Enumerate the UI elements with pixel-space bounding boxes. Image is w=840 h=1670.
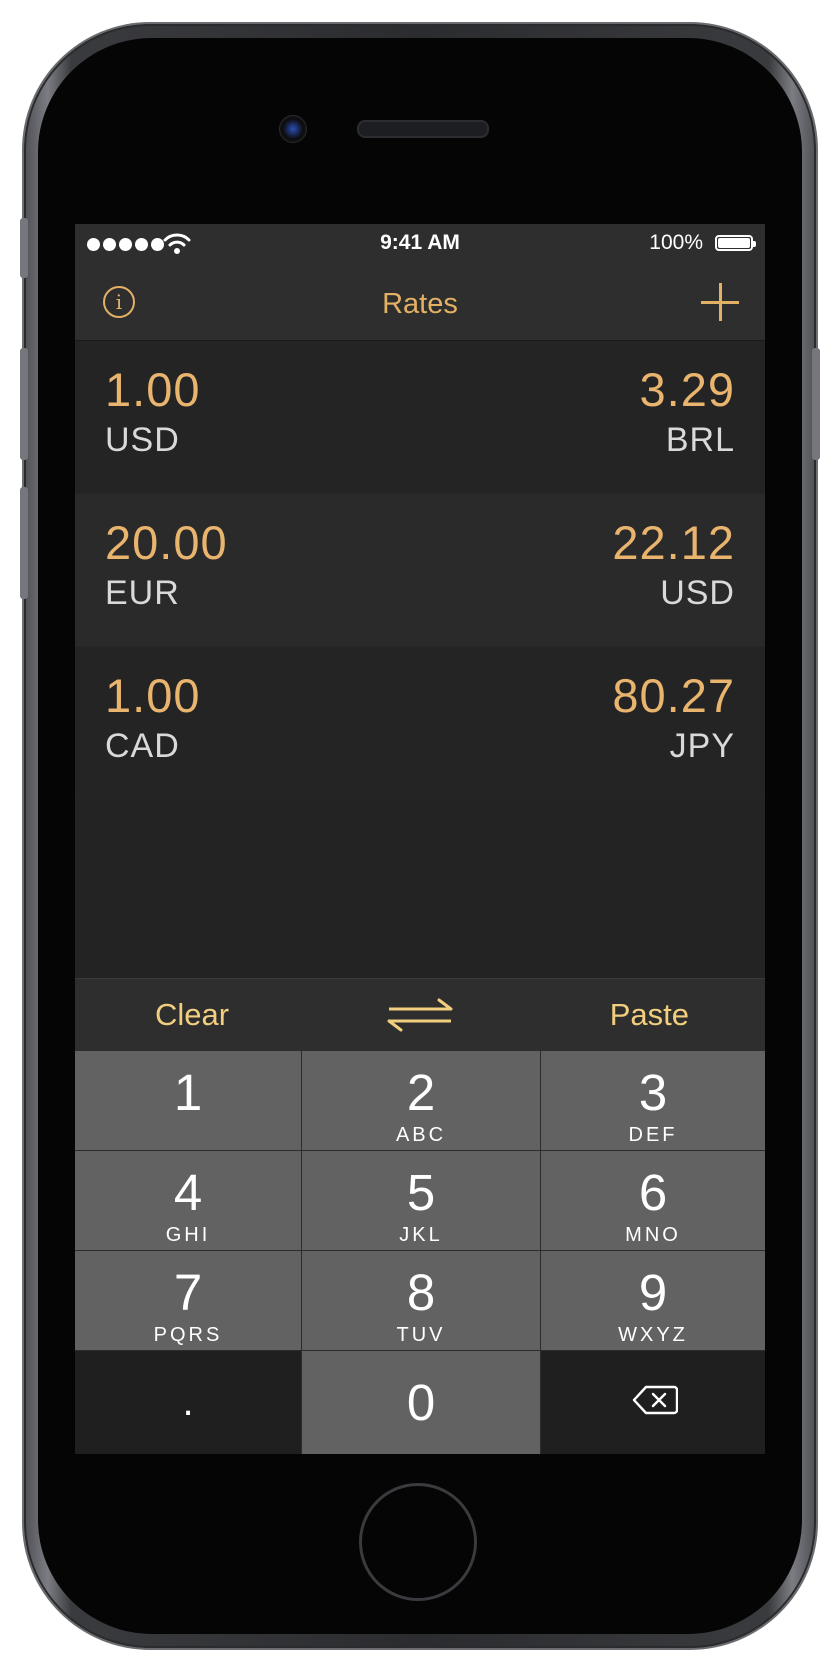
key-7[interactable]: 7 PQRS [75,1251,301,1350]
key-6[interactable]: 6 MNO [541,1151,765,1250]
clear-button[interactable]: Clear [155,997,229,1033]
key-digit: 6 [638,1164,668,1221]
from-currency-code: EUR [105,574,180,612]
plus-icon[interactable] [701,283,739,321]
key-letters: ABC [395,1124,447,1146]
key-8[interactable]: 8 TUV [302,1251,540,1350]
to-amount: 80.27 [612,669,735,722]
backspace-icon [632,1385,678,1415]
key-5[interactable]: 5 JKL [302,1151,540,1250]
key-letters: MNO [625,1224,681,1246]
key-letters: JKL [399,1224,443,1246]
key-digit: 8 [406,1264,436,1321]
app-screen: 9:41 AM 100% i Rates 1.00 USD 3.29 BRL 2… [75,224,765,1454]
delete-key[interactable] [541,1351,765,1454]
key-3[interactable]: 3 DEF [541,1051,765,1150]
from-currency-code: USD [105,421,180,459]
to-amount: 3.29 [639,363,735,416]
mute-switch [20,218,28,278]
status-bar: 9:41 AM 100% [75,224,765,264]
volume-up-button [20,348,28,460]
swap-arrows-icon[interactable] [386,997,454,1033]
rate-row-cad-jpy[interactable]: 1.00 CAD 80.27 JPY [75,647,765,800]
to-amount: 22.12 [612,516,735,569]
key-digit: 4 [173,1164,203,1221]
key-digit: 3 [638,1064,668,1121]
key-digit: 5 [406,1164,436,1221]
key-letters: GHI [165,1224,211,1246]
to-currency-code: JPY [669,727,735,765]
from-currency-code: CAD [105,727,180,765]
from-amount: 1.00 [105,363,201,416]
rate-row-eur-usd[interactable]: 20.00 EUR 22.12 USD [75,494,765,647]
key-letters: PQRS [153,1324,223,1346]
key-letters: TUV [396,1324,446,1346]
key-2[interactable]: 2 ABC [302,1051,540,1150]
key-digit: 7 [173,1264,203,1321]
key-digit: 2 [406,1064,436,1121]
key-decimal[interactable]: . [75,1351,301,1454]
keypad-toolbar: Clear Paste [75,978,765,1051]
navigation-bar: i Rates [75,264,765,341]
rate-row-usd-brl[interactable]: 1.00 USD 3.29 BRL [75,341,765,494]
power-button [812,348,820,460]
front-camera [279,115,307,143]
from-amount: 20.00 [105,516,228,569]
from-amount: 1.00 [105,669,201,722]
to-currency-code: USD [660,574,735,612]
key-9[interactable]: 9 WXYZ [541,1251,765,1350]
key-letters: WXYZ [618,1324,688,1346]
key-4[interactable]: 4 GHI [75,1151,301,1250]
page-title: Rates [382,288,458,320]
key-1[interactable]: 1 [75,1051,301,1150]
earpiece-speaker [357,120,489,138]
key-letters: DEF [628,1124,678,1146]
battery-percentage: 100% [649,231,703,254]
key-0[interactable]: 0 [302,1351,540,1454]
key-digit: . [182,1380,194,1424]
key-digit: 0 [406,1374,436,1431]
battery-icon [715,235,756,251]
volume-down-button [20,487,28,599]
paste-button[interactable]: Paste [610,997,689,1033]
number-keypad: 1 2 ABC 3 DEF 4 GHI 5 JKL 6 MNO 7 PQRS 8… [75,1051,765,1454]
rates-list: 1.00 USD 3.29 BRL 20.00 EUR 22.12 USD 1.… [75,341,765,800]
home-button[interactable] [359,1483,477,1601]
to-currency-code: BRL [665,421,735,459]
key-digit: 9 [638,1264,668,1321]
key-digit: 1 [173,1064,203,1121]
